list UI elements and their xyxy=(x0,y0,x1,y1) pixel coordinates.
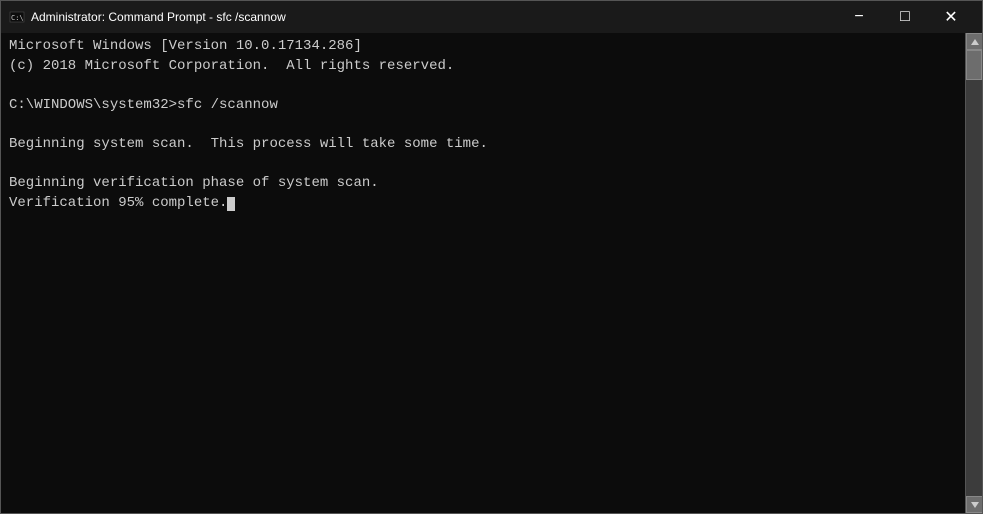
scrollbar-thumb[interactable] xyxy=(966,50,982,80)
console-output: Microsoft Windows [Version 10.0.17134.28… xyxy=(9,37,957,213)
scroll-up-button[interactable] xyxy=(966,33,982,50)
scrollbar-track[interactable] xyxy=(966,50,982,496)
console-area[interactable]: Microsoft Windows [Version 10.0.17134.28… xyxy=(1,33,965,513)
window-controls: − □ ✕ xyxy=(836,1,974,33)
cursor xyxy=(227,197,235,211)
maximize-button[interactable]: □ xyxy=(882,1,928,33)
scroll-down-button[interactable] xyxy=(966,496,982,513)
minimize-button[interactable]: − xyxy=(836,1,882,33)
window-title: Administrator: Command Prompt - sfc /sca… xyxy=(31,10,836,24)
cmd-icon: C:\ xyxy=(9,9,25,25)
svg-text:C:\: C:\ xyxy=(11,14,24,22)
window-body: Microsoft Windows [Version 10.0.17134.28… xyxy=(1,33,982,513)
title-bar: C:\ Administrator: Command Prompt - sfc … xyxy=(1,1,982,33)
close-button[interactable]: ✕ xyxy=(928,1,974,33)
cmd-window: C:\ Administrator: Command Prompt - sfc … xyxy=(0,0,983,514)
scrollbar[interactable] xyxy=(965,33,982,513)
